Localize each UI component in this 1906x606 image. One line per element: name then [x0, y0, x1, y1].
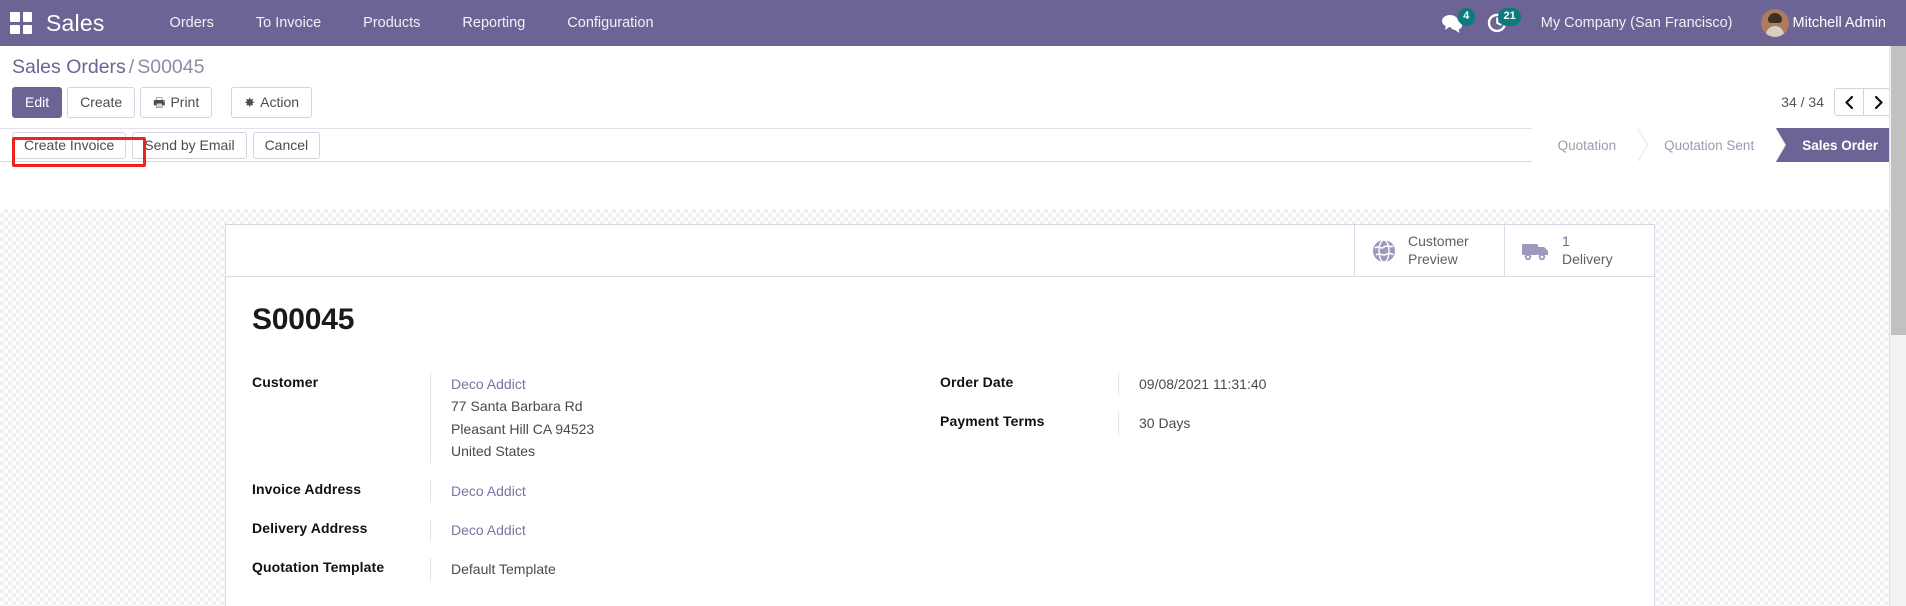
- field-order-date-label: Order Date: [940, 373, 1118, 390]
- form-grid: Customer Deco Addict 77 Santa Barbara Rd…: [252, 373, 1628, 598]
- gear-icon: ✸: [244, 95, 255, 110]
- field-delivery-address-label: Delivery Address: [252, 519, 430, 536]
- page-title: S00045: [252, 303, 1628, 337]
- create-button[interactable]: Create: [67, 87, 135, 119]
- customer-address-line-1: 77 Santa Barbara Rd: [451, 395, 910, 417]
- printer-icon: 🖶: [153, 95, 165, 110]
- breadcrumb-separator: /: [129, 56, 134, 78]
- main-menu: Orders To Invoice Products Reporting Con…: [149, 2, 675, 44]
- customer-address-line-2: Pleasant Hill CA 94523: [451, 418, 910, 440]
- menu-item-products[interactable]: Products: [342, 2, 441, 44]
- apps-grid-cell: [23, 25, 33, 35]
- navbar-right-tools: 4 21 My Company (San Francisco) Mitchell…: [1431, 2, 1892, 44]
- activities-button[interactable]: 21: [1477, 5, 1523, 41]
- field-quotation-template: Quotation Template Default Template: [252, 558, 910, 580]
- field-invoice-address-label: Invoice Address: [252, 480, 430, 497]
- content-area: Customer Preview 1 D: [0, 209, 1906, 606]
- create-invoice-button[interactable]: Create Invoice: [12, 132, 126, 159]
- pager-previous-button[interactable]: [1834, 88, 1864, 116]
- print-button[interactable]: 🖶 Print: [140, 87, 212, 119]
- status-pipeline: Quotation Quotation Sent Sales Order: [1532, 128, 1906, 162]
- field-customer-label: Customer: [252, 373, 430, 390]
- company-switcher[interactable]: My Company (San Francisco): [1523, 2, 1751, 44]
- customer-preview-button[interactable]: Customer Preview: [1354, 225, 1504, 276]
- top-navbar: Sales Orders To Invoice Products Reporti…: [0, 0, 1906, 46]
- menu-item-reporting[interactable]: Reporting: [441, 2, 546, 44]
- delivery-count: 1: [1562, 233, 1613, 251]
- app-brand-sales[interactable]: Sales: [46, 10, 105, 37]
- form-sheet: Customer Preview 1 D: [225, 224, 1655, 606]
- user-menu[interactable]: Mitchell Admin: [1751, 5, 1892, 41]
- field-quotation-template-label: Quotation Template: [252, 558, 430, 575]
- globe-icon: [1371, 238, 1397, 264]
- customer-preview-text: Customer Preview: [1408, 233, 1469, 268]
- field-customer-value: Deco Addict 77 Santa Barbara Rd Pleasant…: [430, 373, 910, 463]
- customer-link[interactable]: Deco Addict: [451, 376, 526, 392]
- action-button-label: Action: [260, 94, 299, 110]
- field-payment-terms: Payment Terms 30 Days: [940, 412, 1598, 434]
- breadcrumb-current-record: S00045: [137, 56, 204, 78]
- menu-item-to-invoice[interactable]: To Invoice: [235, 2, 342, 44]
- chevron-right-icon: [1875, 96, 1883, 109]
- user-name-label: Mitchell Admin: [1793, 15, 1886, 31]
- apps-grid-cell: [10, 12, 20, 22]
- customer-preview-line2: Preview: [1408, 251, 1469, 269]
- pager-count: 34 / 34: [1781, 94, 1824, 110]
- pager-buttons: [1834, 88, 1894, 116]
- menu-item-orders[interactable]: Orders: [149, 2, 235, 44]
- stage-sales-order[interactable]: Sales Order: [1776, 128, 1906, 162]
- activities-count-badge: 21: [1498, 8, 1520, 26]
- breadcrumb: Sales Orders/S00045: [12, 58, 1906, 78]
- field-invoice-address-value: Deco Addict: [430, 480, 910, 502]
- messages-count-badge: 4: [1458, 8, 1475, 26]
- pager: 34 / 34: [1781, 88, 1894, 116]
- field-order-date-value[interactable]: 09/08/2021 11:31:40: [1118, 373, 1598, 395]
- delivery-address-link[interactable]: Deco Addict: [451, 522, 526, 538]
- apps-grid-icon[interactable]: [10, 12, 32, 34]
- edit-button[interactable]: Edit: [12, 87, 62, 119]
- field-invoice-address: Invoice Address Deco Addict: [252, 480, 910, 502]
- form-body: S00045 Customer Deco Addict 77 Santa Bar…: [226, 277, 1654, 606]
- field-quotation-template-value[interactable]: Default Template: [430, 558, 910, 580]
- delivery-label: Delivery: [1562, 251, 1613, 269]
- field-customer: Customer Deco Addict 77 Santa Barbara Rd…: [252, 373, 910, 463]
- control-panel: Edit Create 🖶 Print ✸ Action 34 / 34: [0, 78, 1906, 129]
- scrollbar-thumb[interactable]: [1891, 17, 1906, 335]
- apps-grid-cell: [10, 25, 20, 35]
- form-column-right: Order Date 09/08/2021 11:31:40 Payment T…: [940, 373, 1628, 598]
- customer-address-line-3: United States: [451, 440, 910, 462]
- avatar: [1761, 9, 1789, 37]
- apps-grid-cell: [23, 12, 33, 22]
- action-button[interactable]: ✸ Action: [231, 87, 312, 119]
- field-payment-terms-value[interactable]: 30 Days: [1118, 412, 1598, 434]
- delivery-button[interactable]: 1 Delivery: [1504, 225, 1654, 276]
- field-delivery-address: Delivery Address Deco Addict: [252, 519, 910, 541]
- field-order-date: Order Date 09/08/2021 11:31:40: [940, 373, 1598, 395]
- vertical-scrollbar[interactable]: [1889, 0, 1906, 606]
- stage-quotation-sent[interactable]: Quotation Sent: [1638, 128, 1776, 162]
- print-button-label: Print: [170, 94, 199, 110]
- menu-item-configuration[interactable]: Configuration: [546, 2, 674, 44]
- field-delivery-address-value: Deco Addict: [430, 519, 910, 541]
- chevron-left-icon: [1845, 96, 1853, 109]
- customer-preview-line1: Customer: [1408, 233, 1469, 251]
- field-payment-terms-label: Payment Terms: [940, 412, 1118, 429]
- breadcrumb-row: Sales Orders/S00045: [0, 46, 1906, 78]
- send-by-email-button[interactable]: Send by Email: [132, 132, 246, 159]
- statusbar-row: Create Invoice Send by Email Cancel Quot…: [0, 128, 1906, 162]
- delivery-text: 1 Delivery: [1562, 233, 1613, 268]
- form-column-left: Customer Deco Addict 77 Santa Barbara Rd…: [252, 373, 940, 598]
- cancel-button[interactable]: Cancel: [253, 132, 321, 159]
- stage-quotation[interactable]: Quotation: [1532, 128, 1639, 162]
- invoice-address-link[interactable]: Deco Addict: [451, 483, 526, 499]
- truck-delivery-icon: [1521, 239, 1551, 263]
- smart-buttons-bar: Customer Preview 1 D: [226, 225, 1654, 277]
- messages-button[interactable]: 4: [1431, 5, 1477, 41]
- breadcrumb-parent-sales-orders[interactable]: Sales Orders: [12, 56, 126, 78]
